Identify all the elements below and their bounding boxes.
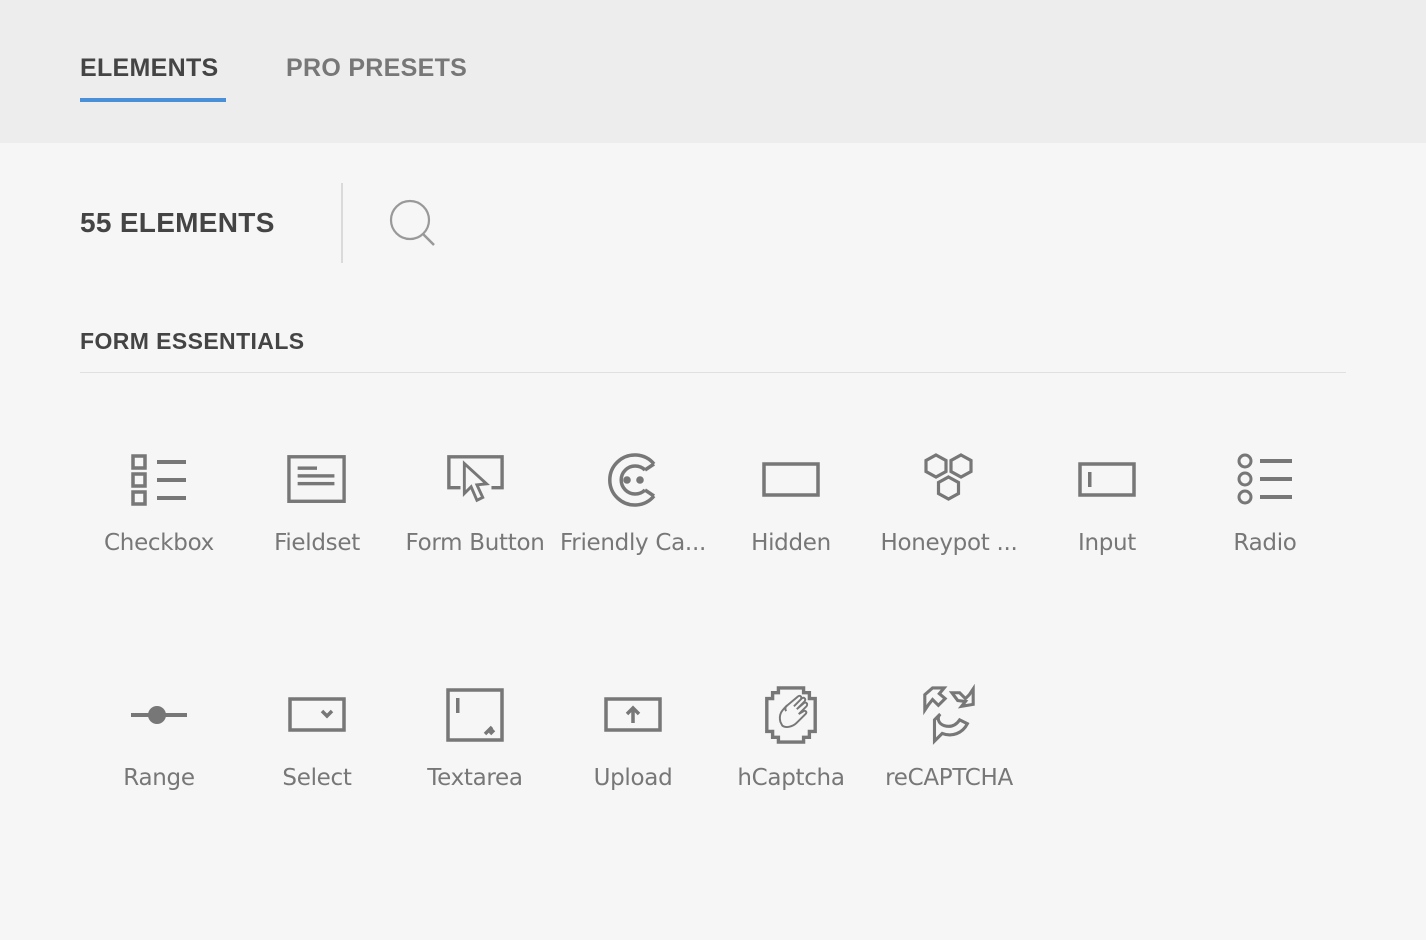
tab-bar: ELEMENTS PRO PRESETS [0, 0, 1426, 143]
element-label: Checkbox [104, 530, 214, 556]
tab-pro-presets[interactable]: PRO PRESETS [286, 54, 467, 103]
friendly-captcha-icon [608, 453, 656, 507]
hcaptcha-icon [765, 686, 817, 744]
element-label: Select [282, 765, 352, 791]
elements-row: Range Select Textarea Upload hCaptcha re… [80, 675, 1346, 815]
element-label: Textarea [427, 765, 523, 791]
element-select[interactable]: Select [238, 675, 396, 805]
toolbar-divider [341, 183, 343, 263]
element-hcaptcha[interactable]: hCaptcha [712, 675, 870, 805]
element-label: Radio [1233, 530, 1297, 556]
tab-elements[interactable]: ELEMENTS [80, 54, 219, 103]
element-label: Form Button [405, 530, 545, 556]
range-slider-icon [131, 706, 187, 724]
element-range[interactable]: Range [80, 675, 238, 805]
element-checkbox[interactable]: Checkbox [80, 440, 238, 570]
element-recaptcha[interactable]: reCAPTCHA [870, 675, 1028, 805]
element-fieldset[interactable]: Fieldset [238, 440, 396, 570]
element-label: Hidden [751, 530, 831, 556]
radio-list-icon [1237, 453, 1292, 505]
textarea-icon [446, 688, 504, 742]
upload-icon [604, 697, 662, 732]
elements-row: Checkbox Fieldset Form Button Friendly C… [80, 440, 1346, 580]
input-field-icon [1078, 462, 1136, 497]
element-label: reCAPTCHA [885, 765, 1013, 791]
fieldset-icon [287, 455, 346, 503]
element-friendly-captcha[interactable]: Friendly Ca... [554, 440, 712, 570]
element-input[interactable]: Input [1028, 440, 1186, 570]
section-title: FORM ESSENTIALS [80, 328, 305, 354]
section-divider [80, 372, 1346, 373]
element-label: Upload [593, 765, 673, 791]
element-form-button[interactable]: Form Button [396, 440, 554, 570]
active-tab-indicator [80, 98, 226, 102]
element-label: Range [123, 765, 195, 791]
hidden-field-icon [762, 462, 820, 497]
element-radio[interactable]: Radio [1186, 440, 1344, 570]
element-textarea[interactable]: Textarea [396, 675, 554, 805]
select-dropdown-icon [288, 697, 346, 732]
recaptcha-icon [923, 684, 975, 745]
checkbox-list-icon [131, 454, 186, 506]
element-label: Honeypot ... [880, 530, 1018, 556]
element-upload[interactable]: Upload [554, 675, 712, 805]
element-hidden[interactable]: Hidden [712, 440, 870, 570]
element-label: hCaptcha [737, 765, 845, 791]
elements-count: 55 ELEMENTS [80, 207, 275, 238]
search-button[interactable] [386, 197, 440, 249]
honeypot-icon [924, 453, 973, 501]
element-honeypot[interactable]: Honeypot ... [870, 440, 1028, 570]
element-label: Input [1077, 530, 1137, 556]
cursor-button-icon [447, 455, 504, 503]
element-label: Fieldset [274, 530, 360, 556]
search-icon [389, 199, 435, 246]
element-label: Friendly Ca... [560, 530, 706, 556]
